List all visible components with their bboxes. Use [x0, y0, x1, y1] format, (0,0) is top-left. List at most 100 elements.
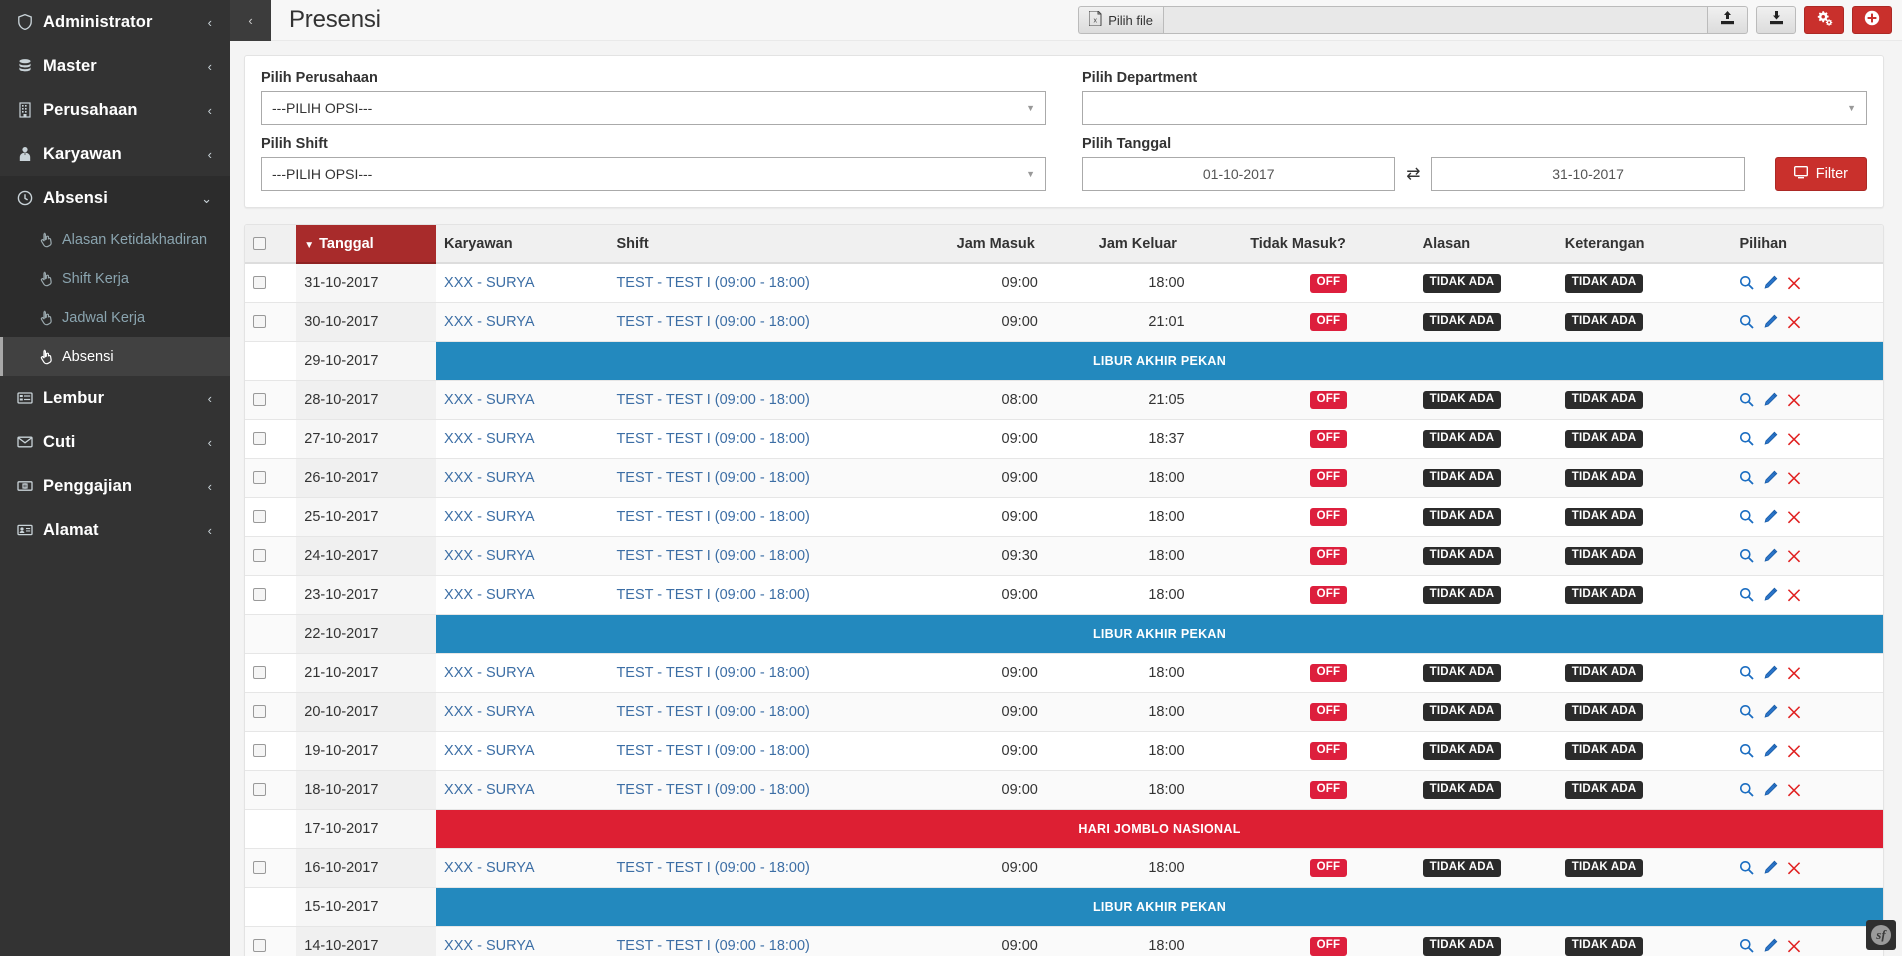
cell-karyawan[interactable]: XXX - SURYA: [436, 925, 609, 956]
cell-shift[interactable]: TEST - TEST I (09:00 - 18:00): [608, 925, 949, 956]
karyawan-link[interactable]: XXX - SURYA: [444, 509, 535, 525]
cell-karyawan[interactable]: XXX - SURYA: [436, 301, 609, 341]
view-detail-icon[interactable]: [1739, 587, 1755, 602]
cell-karyawan[interactable]: XXX - SURYA: [436, 652, 609, 692]
cell-shift[interactable]: TEST - TEST I (09:00 - 18:00): [608, 847, 949, 887]
sidebar-subitem-alasan-ketidakhadiran[interactable]: Alasan Ketidakhadiran: [0, 220, 230, 259]
row-checkbox[interactable]: [253, 744, 266, 758]
column-header-tanggal[interactable]: ▼ Tanggal: [296, 225, 437, 264]
karyawan-link[interactable]: XXX - SURYA: [444, 548, 535, 564]
cell-karyawan[interactable]: XXX - SURYA: [436, 769, 609, 809]
cell-shift[interactable]: TEST - TEST I (09:00 - 18:00): [608, 457, 949, 497]
row-checkbox[interactable]: [253, 783, 266, 797]
shift-link[interactable]: TEST - TEST I (09:00 - 18:00): [616, 860, 809, 876]
sidebar-item-cuti[interactable]: Cuti ‹: [0, 420, 230, 464]
view-detail-icon[interactable]: [1739, 548, 1755, 563]
delete-icon[interactable]: [1787, 705, 1801, 719]
select-all-checkbox[interactable]: [253, 237, 266, 251]
edit-icon[interactable]: [1763, 470, 1778, 485]
row-checkbox[interactable]: [253, 588, 266, 602]
cell-shift[interactable]: TEST - TEST I (09:00 - 18:00): [608, 691, 949, 731]
column-header-karyawan[interactable]: Karyawan: [436, 225, 609, 264]
shift-link[interactable]: TEST - TEST I (09:00 - 18:00): [616, 314, 809, 330]
delete-icon[interactable]: [1787, 744, 1801, 758]
date-end-input[interactable]: [1431, 157, 1745, 191]
cell-karyawan[interactable]: XXX - SURYA: [436, 730, 609, 770]
edit-icon[interactable]: [1763, 860, 1778, 875]
delete-icon[interactable]: [1787, 315, 1801, 329]
cell-shift[interactable]: TEST - TEST I (09:00 - 18:00): [608, 574, 949, 614]
swap-dates-icon[interactable]: ⇄: [1395, 164, 1431, 184]
shift-link[interactable]: TEST - TEST I (09:00 - 18:00): [616, 275, 809, 291]
column-header-jam_masuk[interactable]: Jam Masuk: [948, 225, 1091, 264]
delete-icon[interactable]: [1787, 939, 1801, 953]
shift-link[interactable]: TEST - TEST I (09:00 - 18:00): [616, 509, 809, 525]
row-checkbox[interactable]: [253, 393, 266, 407]
row-checkbox[interactable]: [253, 666, 266, 680]
view-detail-icon[interactable]: [1739, 860, 1755, 875]
view-detail-icon[interactable]: [1739, 782, 1755, 797]
cell-karyawan[interactable]: XXX - SURYA: [436, 847, 609, 887]
delete-icon[interactable]: [1787, 432, 1801, 446]
edit-icon[interactable]: [1763, 431, 1778, 446]
select-department[interactable]: ▼: [1082, 91, 1867, 125]
cell-karyawan[interactable]: XXX - SURYA: [436, 691, 609, 731]
view-detail-icon[interactable]: [1739, 275, 1755, 290]
delete-icon[interactable]: [1787, 861, 1801, 875]
karyawan-link[interactable]: XXX - SURYA: [444, 782, 535, 798]
karyawan-link[interactable]: XXX - SURYA: [444, 392, 535, 408]
view-detail-icon[interactable]: [1739, 938, 1755, 953]
delete-icon[interactable]: [1787, 471, 1801, 485]
add-button[interactable]: [1852, 6, 1892, 34]
row-checkbox[interactable]: [253, 861, 266, 875]
cell-shift[interactable]: TEST - TEST I (09:00 - 18:00): [608, 535, 949, 575]
shift-link[interactable]: TEST - TEST I (09:00 - 18:00): [616, 704, 809, 720]
choose-file-button[interactable]: x Pilih file: [1078, 6, 1163, 34]
upload-file-button[interactable]: [1708, 6, 1748, 34]
edit-icon[interactable]: [1763, 743, 1778, 758]
sidebar-item-administrator[interactable]: Administrator ‹: [0, 0, 230, 44]
shift-link[interactable]: TEST - TEST I (09:00 - 18:00): [616, 392, 809, 408]
edit-icon[interactable]: [1763, 587, 1778, 602]
shift-link[interactable]: TEST - TEST I (09:00 - 18:00): [616, 743, 809, 759]
karyawan-link[interactable]: XXX - SURYA: [444, 938, 535, 954]
column-header-pilihan[interactable]: Pilihan: [1731, 225, 1883, 264]
date-start-input[interactable]: [1082, 157, 1396, 191]
cell-shift[interactable]: TEST - TEST I (09:00 - 18:00): [608, 730, 949, 770]
karyawan-link[interactable]: XXX - SURYA: [444, 431, 535, 447]
edit-icon[interactable]: [1763, 314, 1778, 329]
shift-link[interactable]: TEST - TEST I (09:00 - 18:00): [616, 548, 809, 564]
edit-icon[interactable]: [1763, 782, 1778, 797]
select-shift[interactable]: ---PILIH OPSI--- ▼: [261, 157, 1046, 191]
sidebar-subitem-jadwal-kerja[interactable]: Jadwal Kerja: [0, 298, 230, 337]
row-checkbox[interactable]: [253, 471, 266, 485]
cell-karyawan[interactable]: XXX - SURYA: [436, 535, 609, 575]
row-checkbox[interactable]: [253, 939, 266, 953]
cell-shift[interactable]: TEST - TEST I (09:00 - 18:00): [608, 769, 949, 809]
settings-button[interactable]: [1804, 6, 1844, 34]
delete-icon[interactable]: [1787, 588, 1801, 602]
delete-icon[interactable]: [1787, 276, 1801, 290]
edit-icon[interactable]: [1763, 392, 1778, 407]
view-detail-icon[interactable]: [1739, 431, 1755, 446]
cell-shift[interactable]: TEST - TEST I (09:00 - 18:00): [608, 301, 949, 341]
cell-karyawan[interactable]: XXX - SURYA: [436, 496, 609, 536]
sidebar-item-penggajian[interactable]: Penggajian ‹: [0, 464, 230, 508]
edit-icon[interactable]: [1763, 548, 1778, 563]
shift-link[interactable]: TEST - TEST I (09:00 - 18:00): [616, 470, 809, 486]
delete-icon[interactable]: [1787, 666, 1801, 680]
sidebar-item-perusahaan[interactable]: Perusahaan ‹: [0, 88, 230, 132]
cell-karyawan[interactable]: XXX - SURYA: [436, 457, 609, 497]
karyawan-link[interactable]: XXX - SURYA: [444, 704, 535, 720]
edit-icon[interactable]: [1763, 275, 1778, 290]
cell-shift[interactable]: TEST - TEST I (09:00 - 18:00): [608, 652, 949, 692]
column-header-keterangan[interactable]: Keterangan: [1556, 225, 1732, 264]
karyawan-link[interactable]: XXX - SURYA: [444, 860, 535, 876]
shift-link[interactable]: TEST - TEST I (09:00 - 18:00): [616, 431, 809, 447]
column-header-alasan[interactable]: Alasan: [1414, 225, 1557, 264]
shift-link[interactable]: TEST - TEST I (09:00 - 18:00): [616, 587, 809, 603]
delete-icon[interactable]: [1787, 510, 1801, 524]
karyawan-link[interactable]: XXX - SURYA: [444, 470, 535, 486]
view-detail-icon[interactable]: [1739, 665, 1755, 680]
sidebar-item-lembur[interactable]: Lembur ‹: [0, 376, 230, 420]
